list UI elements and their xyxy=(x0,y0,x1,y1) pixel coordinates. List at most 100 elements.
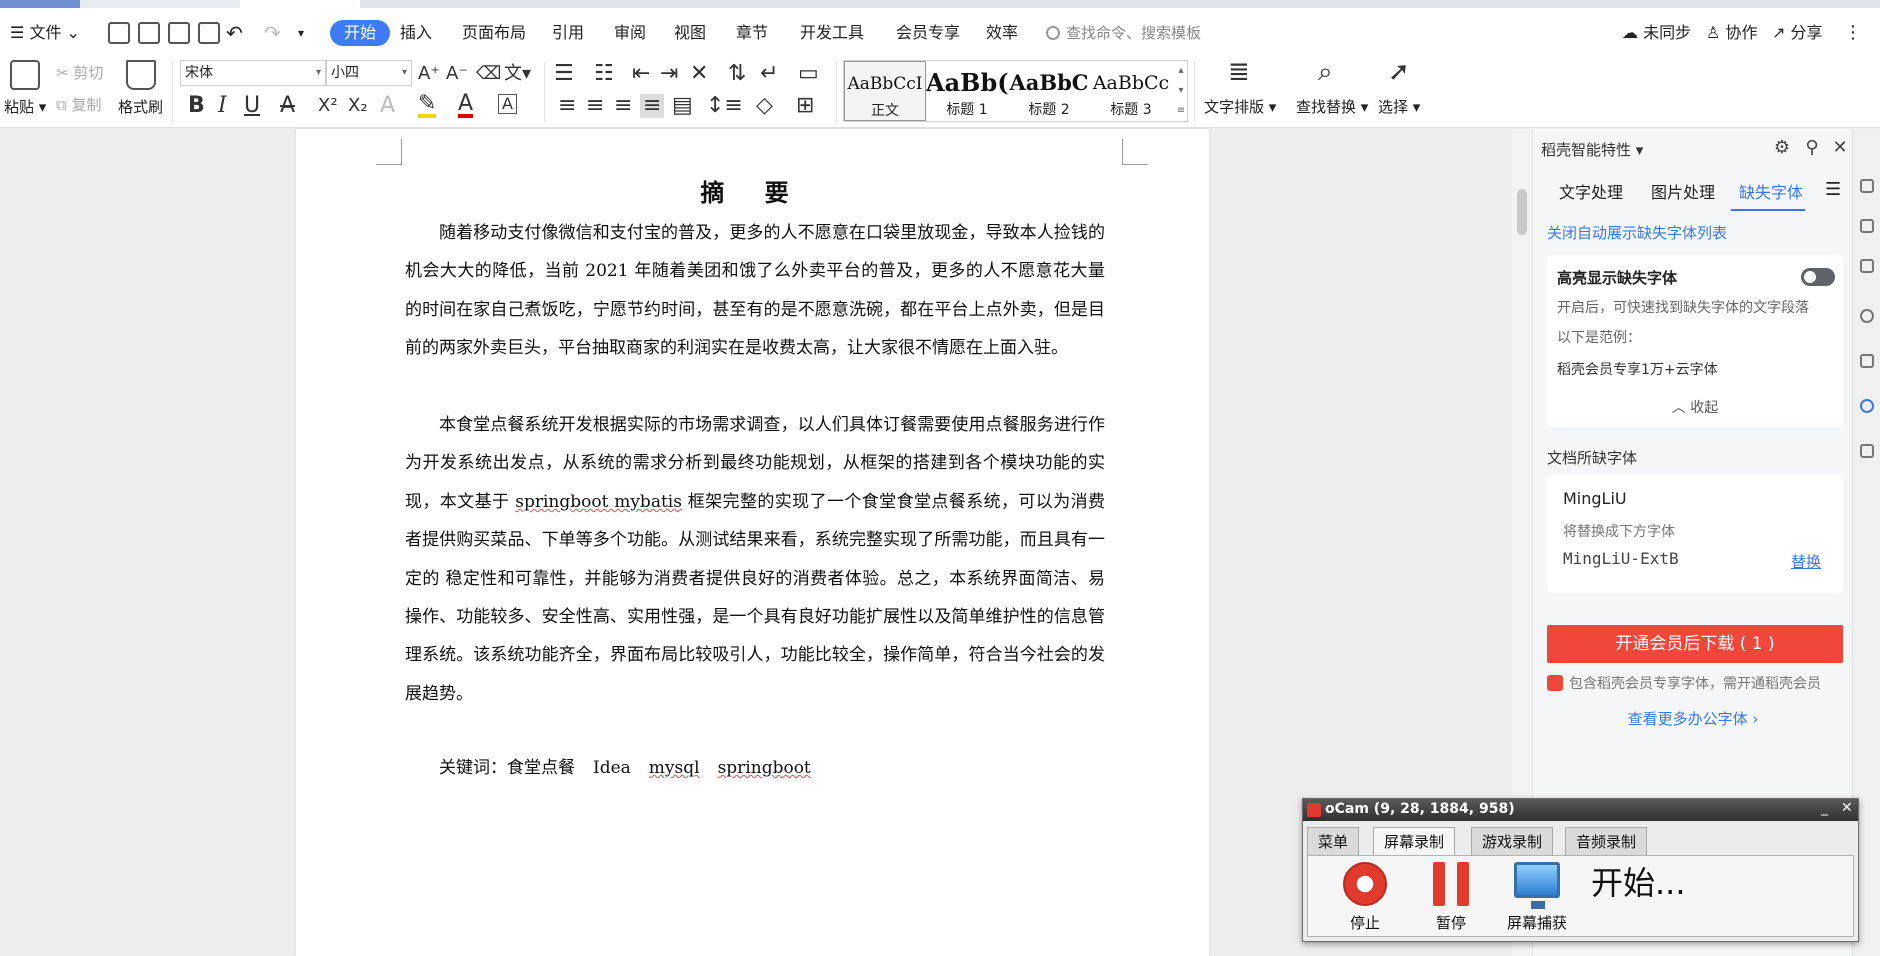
text-layout-icon[interactable]: ≣ xyxy=(1228,59,1250,85)
show-marks-icon[interactable]: ↵ xyxy=(760,62,778,86)
ocam-tab-game-record[interactable]: 游戏录制 xyxy=(1471,827,1554,855)
tab-review[interactable]: 审阅 xyxy=(614,20,646,46)
highlight-icon[interactable]: ✎ xyxy=(418,93,437,118)
tab-page-layout[interactable]: 页面布局 xyxy=(462,20,526,46)
align-center-icon[interactable]: ≡ xyxy=(586,94,604,118)
decrease-font-icon[interactable]: A⁻ xyxy=(446,62,468,86)
shading-icon[interactable]: ◇ xyxy=(756,94,773,118)
quick-access-dropdown-icon[interactable]: ▾ xyxy=(298,20,304,46)
ocam-tab-menu[interactable]: 菜单 xyxy=(1307,827,1360,855)
sort-icon[interactable]: ⇅ xyxy=(728,62,746,86)
sidebar-tool-icon[interactable] xyxy=(1860,444,1874,458)
font-color-icon[interactable]: A xyxy=(458,93,474,118)
cut-button[interactable]: ✂ 剪切 xyxy=(56,62,103,83)
collaborate-button[interactable]: ♙ 协作 xyxy=(1706,20,1757,46)
italic-icon[interactable]: I xyxy=(218,94,227,118)
scrollbar-thumb[interactable] xyxy=(1517,189,1527,235)
underline-icon[interactable]: U xyxy=(244,94,260,118)
sidebar-tool-icon[interactable] xyxy=(1860,219,1874,233)
sidebar-tool-icon[interactable] xyxy=(1860,354,1874,368)
ocam-tab-audio-record[interactable]: 音频录制 xyxy=(1565,827,1648,855)
window-tab-home[interactable] xyxy=(0,0,80,8)
highlight-toggle[interactable] xyxy=(1801,268,1835,286)
download-button[interactable]: 开通会员后下载 ( 1 ) xyxy=(1547,625,1843,663)
strikethrough-icon[interactable]: A xyxy=(280,94,295,118)
command-search[interactable]: 查找命令、搜索模板 xyxy=(1046,20,1201,46)
bold-icon[interactable]: B xyxy=(188,94,205,118)
more-options-icon[interactable]: ⋮ xyxy=(1844,20,1862,46)
phonetic-guide-icon[interactable]: 文▾ xyxy=(504,62,531,86)
sidebar-tool-icon[interactable] xyxy=(1860,179,1874,193)
panel-title-dropdown[interactable]: 稻壳智能特性 ▾ xyxy=(1541,139,1643,160)
increase-font-icon[interactable]: A⁺ xyxy=(418,62,440,86)
window-tab-doc[interactable] xyxy=(80,0,240,8)
superscript-icon[interactable]: X² xyxy=(318,94,338,118)
format-painter-icon[interactable] xyxy=(126,60,156,90)
tab-home[interactable]: 开始 xyxy=(330,20,391,46)
text-effect-icon[interactable]: A xyxy=(380,94,395,118)
paste-icon[interactable] xyxy=(10,60,40,90)
print-icon[interactable] xyxy=(168,22,190,44)
bullet-list-icon[interactable]: ☰ xyxy=(554,62,574,86)
select-button[interactable]: 选择 ▾ xyxy=(1378,96,1420,117)
format-painter-button[interactable]: 格式刷 xyxy=(118,96,163,117)
undo-icon[interactable]: ↶ xyxy=(226,20,243,46)
close-icon[interactable]: ✕ xyxy=(1831,139,1849,157)
gallery-scroll[interactable]: ▴ ▾ ≡ xyxy=(1174,61,1188,121)
sync-status-button[interactable]: ☁ 未同步 xyxy=(1622,20,1691,46)
align-left-icon[interactable]: ≡ xyxy=(558,94,576,118)
collapse-button[interactable]: ︿ 收起 xyxy=(1547,397,1843,417)
line-spacing-icon[interactable]: ↕≡ xyxy=(706,94,743,118)
style-heading-3[interactable]: AaBbCc 标题 3 xyxy=(1090,61,1172,121)
chinese-layout-icon[interactable]: ✕ xyxy=(690,62,708,86)
style-heading-2[interactable]: AaBbC 标题 2 xyxy=(1008,61,1090,121)
numbered-list-icon[interactable]: ☷ xyxy=(594,62,614,86)
tab-image-processing[interactable]: 图片处理 xyxy=(1651,179,1715,203)
menu-icon[interactable]: ☰ xyxy=(1825,179,1841,200)
minimize-icon[interactable]: _ xyxy=(1821,800,1828,816)
close-icon[interactable]: ✕ xyxy=(1841,800,1853,816)
borders-icon[interactable]: ⊞ xyxy=(796,94,814,118)
char-border-icon[interactable]: A xyxy=(498,94,517,114)
more-fonts-link[interactable]: 查看更多办公字体 › xyxy=(1533,708,1853,729)
subscript-icon[interactable]: X₂ xyxy=(348,94,368,118)
font-size-select[interactable]: 小四 ▾ xyxy=(326,60,412,86)
align-right-icon[interactable]: ≡ xyxy=(614,94,632,118)
document-page[interactable]: 摘 要 随着移动支付像微信和支付宝的普及，更多的人不愿意在口袋里放现金，导致本人… xyxy=(296,129,1209,956)
ocam-titlebar[interactable]: oCam (9, 28, 1884, 958) _ ✕ xyxy=(1303,799,1858,821)
tab-chapter[interactable]: 章节 xyxy=(736,20,768,46)
tab-stop-icon[interactable]: ▭ xyxy=(798,62,819,86)
text-layout-button[interactable]: 文字排版 ▾ xyxy=(1204,96,1276,117)
tab-references[interactable]: 引用 xyxy=(552,20,584,46)
copy-button[interactable]: ⧉ 复制 xyxy=(56,94,102,115)
decrease-indent-icon[interactable]: ⇤ xyxy=(632,62,650,86)
share-button[interactable]: ↗ 分享 xyxy=(1772,20,1823,46)
increase-indent-icon[interactable]: ⇥ xyxy=(660,62,678,86)
replace-link[interactable]: 替换 xyxy=(1791,551,1821,572)
close-auto-show-link[interactable]: 关闭自动展示缺失字体列表 xyxy=(1547,222,1727,243)
tab-view[interactable]: 视图 xyxy=(674,20,706,46)
ocam-tab-screen-record[interactable]: 屏幕录制 xyxy=(1373,827,1456,857)
redo-icon[interactable]: ↷ xyxy=(264,20,281,46)
tab-insert[interactable]: 插入 xyxy=(400,20,432,46)
tab-membership[interactable]: 会员专享 xyxy=(896,20,960,46)
distributed-icon[interactable]: ▤ xyxy=(672,94,693,118)
save-icon[interactable] xyxy=(108,22,130,44)
style-heading-1[interactable]: AaBb( 标题 1 xyxy=(926,61,1008,121)
print-preview-icon[interactable] xyxy=(198,22,220,44)
style-normal[interactable]: AaBbCcI 正文 xyxy=(844,61,926,121)
tab-text-processing[interactable]: 文字处理 xyxy=(1559,179,1623,203)
find-replace-button[interactable]: 查找替换 ▾ xyxy=(1296,96,1368,117)
tab-efficiency[interactable]: 效率 xyxy=(986,20,1018,46)
file-menu[interactable]: ☰ 文件 ⌄ xyxy=(10,20,80,46)
justify-icon[interactable]: ≡ xyxy=(640,94,665,118)
sidebar-tool-icon[interactable] xyxy=(1860,309,1874,323)
tab-developer[interactable]: 开发工具 xyxy=(800,20,864,46)
export-pdf-icon[interactable] xyxy=(138,22,160,44)
gear-icon[interactable]: ⚙ xyxy=(1773,139,1791,157)
window-tab-active[interactable] xyxy=(240,0,360,8)
sidebar-tool-icon[interactable] xyxy=(1860,259,1874,273)
cursor-icon[interactable]: ➚ xyxy=(1388,59,1410,85)
paste-button[interactable]: 粘贴 ▾ xyxy=(4,96,46,117)
pin-icon[interactable]: ⚲ xyxy=(1803,139,1821,157)
